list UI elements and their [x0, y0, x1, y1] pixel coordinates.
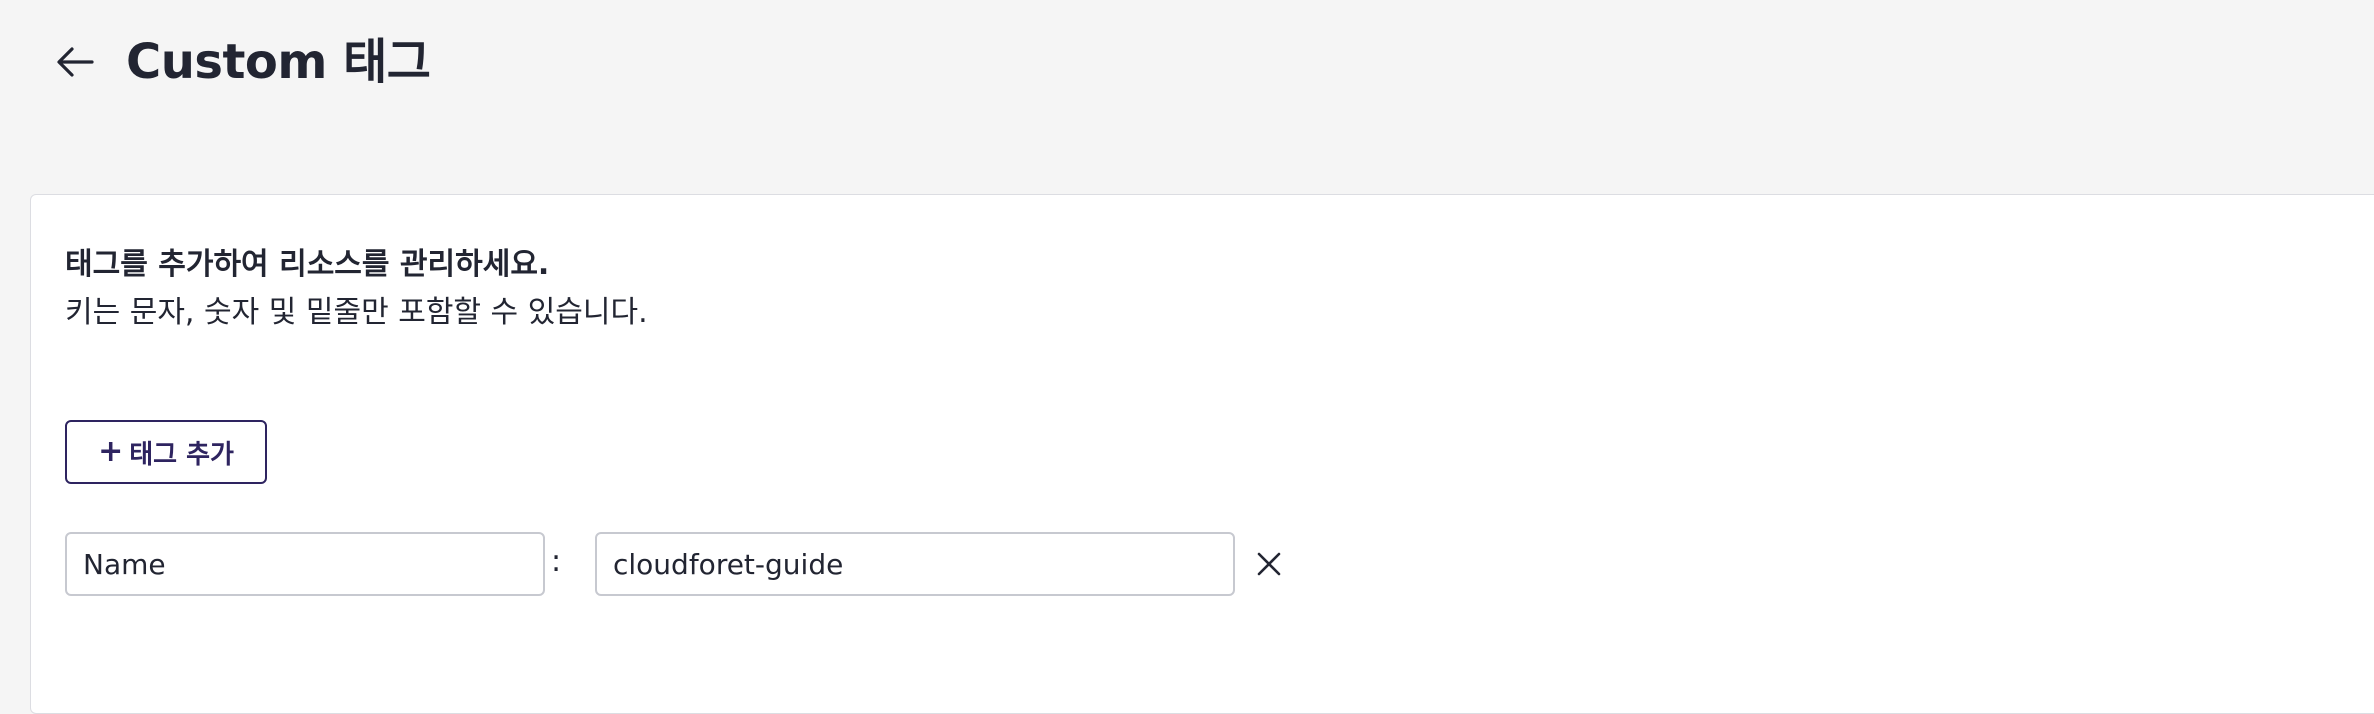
- description-detail: 키는 문자, 숫자 및 밑줄만 포함할 수 있습니다.: [65, 295, 648, 330]
- tag-key-input[interactable]: [65, 532, 545, 596]
- add-tag-label: 태그 추가: [129, 439, 234, 470]
- page-title: Custom 태그: [126, 34, 431, 90]
- description-title: 태그를 추가하여 리소스를 관리하세요.: [65, 247, 550, 282]
- delete-tag-button[interactable]: [1245, 540, 1293, 588]
- tag-panel: 태그를 추가하여 리소스를 관리하세요. 키는 문자, 숫자 및 밑줄만 포함할…: [30, 194, 2374, 714]
- add-tag-button[interactable]: + 태그 추가: [65, 420, 267, 484]
- plus-icon: +: [98, 434, 124, 469]
- tag-value-input[interactable]: [595, 532, 1235, 596]
- tag-separator: :: [550, 544, 562, 579]
- page-header: Custom 태그: [0, 0, 2374, 130]
- arrow-left-icon: [57, 47, 94, 77]
- back-button[interactable]: [48, 34, 104, 90]
- close-icon: [1257, 552, 1281, 576]
